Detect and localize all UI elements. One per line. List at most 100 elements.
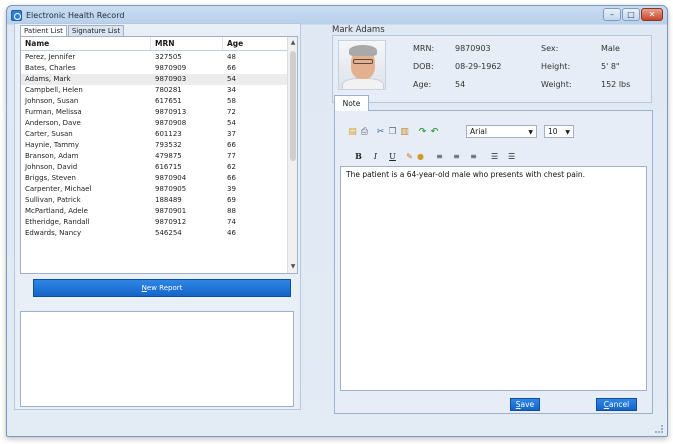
undo-icon[interactable]: ↶ [429, 127, 440, 138]
table-row[interactable]: Branson, Adam 479875 77 [21, 151, 289, 162]
tab-note[interactable]: Note [334, 95, 369, 111]
table-row[interactable]: Johnson, Susan 617651 58 [21, 96, 289, 107]
font-size-select[interactable]: 10 ▼ [544, 125, 574, 138]
cell-age: 66 [227, 141, 236, 149]
cell-age: 46 [227, 229, 236, 237]
cell-mrn: 9870912 [155, 218, 187, 226]
cell-name: Briggs, Steven [25, 174, 76, 182]
table-row[interactable]: Adams, Mark 9870903 54 [21, 74, 289, 85]
table-row[interactable]: Carter, Susan 601123 37 [21, 129, 289, 140]
cell-mrn: 9870901 [155, 207, 187, 215]
weight-label: Weight: [541, 80, 572, 89]
table-row[interactable]: Sullivan, Patrick 188489 69 [21, 195, 289, 206]
signature-area[interactable] [20, 311, 294, 407]
table-row[interactable]: McPartland, Adele 9870901 88 [21, 206, 289, 217]
cell-age: 66 [227, 174, 236, 182]
underline-button[interactable]: U [389, 152, 396, 161]
bulleted-list-icon[interactable]: ☰ [491, 152, 498, 161]
maximize-button[interactable]: □ [622, 8, 640, 21]
cell-name: McPartland, Adele [25, 207, 88, 215]
highlight-icon[interactable]: ● [417, 152, 424, 161]
table-row[interactable]: Etheridge, Randall 9870912 74 [21, 217, 289, 228]
cell-name: Campbell, Helen [25, 86, 83, 94]
cell-mrn: 616715 [155, 163, 182, 171]
minimize-button[interactable]: – [603, 8, 621, 21]
cell-mrn: 9870905 [155, 185, 187, 193]
cell-name: Anderson, Dave [25, 119, 81, 127]
paste-icon[interactable]: ▥ [399, 127, 410, 138]
align-left-icon[interactable]: ≡ [436, 152, 443, 161]
editor-toolbar: ▤ ⎙ ✂ ❐ ▥ ↷ ↶ [347, 125, 441, 139]
cell-name: Sullivan, Patrick [25, 196, 81, 204]
cell-age: 66 [227, 64, 236, 72]
column-header-mrn[interactable]: MRN [151, 37, 223, 50]
print-icon[interactable]: ⎙ [359, 127, 370, 138]
bold-button[interactable]: B [355, 151, 362, 161]
text-color-icon[interactable]: ✎ [406, 152, 413, 161]
column-header-age[interactable]: Age [223, 37, 289, 50]
new-report-button[interactable]: New Report [33, 279, 291, 297]
cell-mrn: 327505 [155, 53, 182, 61]
cell-name: Branson, Adam [25, 152, 79, 160]
chevron-down-icon: ▼ [528, 129, 533, 136]
table-row[interactable]: Carpenter, Michael 9870905 39 [21, 184, 289, 195]
copy-icon[interactable]: ❐ [387, 127, 398, 138]
cell-name: Etheridge, Randall [25, 218, 90, 226]
column-header-name[interactable]: Name [21, 37, 151, 50]
cell-name: Haynie, Tammy [25, 141, 80, 149]
cut-icon[interactable]: ✂ [375, 127, 386, 138]
table-row[interactable]: Perez, Jennifer 327505 48 [21, 52, 289, 63]
patient-name: Mark Adams [332, 25, 385, 35]
close-icon: ✕ [648, 10, 656, 19]
cell-name: Johnson, David [25, 163, 78, 171]
table-row[interactable]: Anderson, Dave 9870908 54 [21, 118, 289, 129]
resize-grip[interactable] [655, 425, 663, 433]
align-center-icon[interactable]: ≡ [453, 152, 460, 161]
window-title: Electronic Health Record [26, 11, 125, 20]
dob-value: 08-29-1962 [455, 62, 502, 71]
mrn-label: MRN: [413, 44, 435, 53]
cell-age: 88 [227, 207, 236, 215]
minimize-icon: – [610, 10, 614, 19]
cell-mrn: 780281 [155, 86, 182, 94]
height-label: Height: [541, 62, 571, 71]
align-right-icon[interactable]: ≡ [470, 152, 477, 161]
save-label: ave [520, 400, 535, 409]
table-row[interactable]: Briggs, Steven 9870904 66 [21, 173, 289, 184]
table-row[interactable]: Bates, Charles 9870909 66 [21, 63, 289, 74]
scrollbar-thumb[interactable] [290, 51, 296, 161]
save-button[interactable]: Save [510, 398, 540, 411]
table-scrollbar[interactable]: ▲ ▼ [287, 37, 297, 273]
photo-shirt [342, 78, 384, 89]
cell-name: Perez, Jennifer [25, 53, 76, 61]
table-row[interactable]: Edwards, Nancy 546254 46 [21, 228, 289, 239]
close-button[interactable]: ✕ [641, 8, 663, 21]
cell-name: Carpenter, Michael [25, 185, 92, 193]
cell-age: 39 [227, 185, 236, 193]
cell-name: Adams, Mark [25, 75, 71, 83]
numbered-list-icon[interactable]: ☰ [508, 152, 515, 161]
cell-mrn: 546254 [155, 229, 182, 237]
table-body: Perez, Jennifer 327505 48 Bates, Charles 987… [21, 52, 289, 239]
font-family-select[interactable]: Arial ▼ [466, 125, 537, 138]
note-editor[interactable]: The patient is a 64-year-old male who pr… [340, 166, 647, 391]
cell-name: Bates, Charles [25, 64, 76, 72]
font-family-value: Arial [470, 127, 487, 136]
scroll-down-icon[interactable]: ▼ [288, 262, 297, 272]
cell-mrn: 793532 [155, 141, 182, 149]
open-icon[interactable]: ▤ [347, 127, 358, 138]
sex-value: Male [601, 44, 620, 53]
cell-name: Furman, Melissa [25, 108, 82, 116]
table-row[interactable]: Haynie, Tammy 793532 66 [21, 140, 289, 151]
table-row[interactable]: Johnson, David 616715 62 [21, 162, 289, 173]
scroll-up-icon[interactable]: ▲ [288, 38, 297, 48]
table-header: Name MRN Age [21, 37, 289, 51]
cancel-button[interactable]: Cancel [596, 398, 637, 411]
cell-age: 62 [227, 163, 236, 171]
cell-age: 74 [227, 218, 236, 226]
redo-icon[interactable]: ↷ [417, 127, 428, 138]
italic-button[interactable]: I [372, 152, 379, 161]
sex-label: Sex: [541, 44, 559, 53]
table-row[interactable]: Campbell, Helen 780281 34 [21, 85, 289, 96]
table-row[interactable]: Furman, Melissa 9870913 72 [21, 107, 289, 118]
